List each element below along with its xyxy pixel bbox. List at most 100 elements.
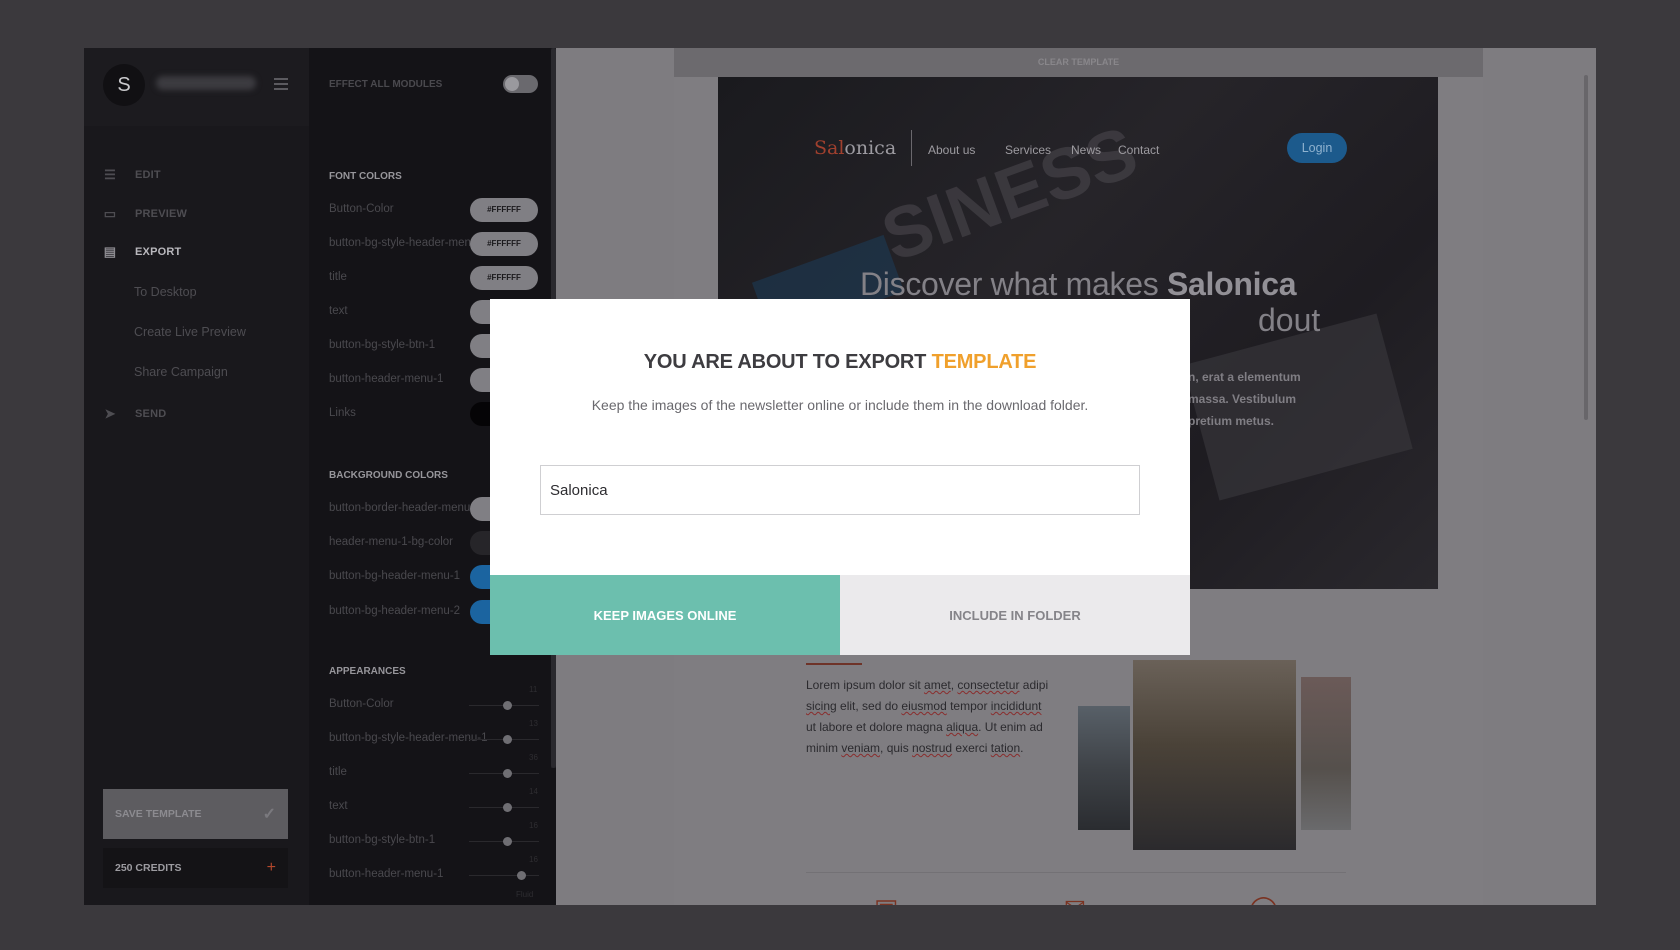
bg-color-label: button-border-header-menu-1 bbox=[329, 502, 481, 514]
font-color-swatch[interactable]: #FFFFFF bbox=[470, 266, 538, 290]
slider-knob[interactable] bbox=[503, 803, 512, 812]
sidebar-item-label: SEND bbox=[135, 408, 167, 420]
include-in-folder-button[interactable]: INCLUDE IN FOLDER bbox=[840, 575, 1190, 655]
appearance-label: button-header-menu-1 bbox=[329, 868, 444, 880]
template-name-input[interactable] bbox=[540, 465, 1140, 515]
slider-knob[interactable] bbox=[517, 871, 526, 880]
appearance-slider[interactable] bbox=[469, 871, 539, 880]
appearance-label: Button-Color bbox=[329, 698, 394, 710]
credits-label: 250 CREDITS bbox=[115, 862, 182, 874]
slider-value: 11 bbox=[529, 685, 538, 694]
sidebar-item-label: EDIT bbox=[135, 169, 161, 181]
devices-icon: ▭ bbox=[103, 206, 117, 221]
city-photo[interactable] bbox=[1301, 677, 1351, 830]
headline-text: Discover what makes bbox=[860, 266, 1167, 302]
modal-title-text: YOU ARE ABOUT TO EXPORT bbox=[643, 351, 932, 373]
brand-logo[interactable]: Salonica bbox=[814, 137, 896, 159]
add-credits-icon[interactable]: + bbox=[267, 859, 276, 877]
effect-all-modules-toggle[interactable] bbox=[503, 75, 538, 93]
appearance-label: button-bg-style-btn-1 bbox=[329, 834, 436, 846]
paper-plane-icon: ➤ bbox=[104, 406, 116, 421]
hero-image-text: SINESS bbox=[871, 111, 1148, 278]
modal-title: YOU ARE ABOUT TO EXPORT TEMPLATE bbox=[490, 351, 1190, 374]
sidebar-item-export[interactable]: ▤ EXPORT bbox=[102, 242, 181, 262]
font-color-label: button-bg-style-header-menu-1 bbox=[329, 237, 488, 249]
font-colors-heading: FONT COLORS bbox=[329, 171, 402, 182]
sidebar: S ☰ EDIT ▭ PREVIEW ▤ EXPORT To Desktop C… bbox=[84, 48, 309, 905]
hero-headline: Discover what makes Salonica bbox=[860, 266, 1297, 303]
clear-template-button[interactable]: CLEAR TEMPLATE bbox=[674, 48, 1483, 77]
save-template-label: SAVE TEMPLATE bbox=[115, 808, 202, 820]
appearance-label: button-bg-style-header-menu-1 bbox=[329, 732, 488, 744]
nav-link-services[interactable]: Services bbox=[1005, 143, 1051, 157]
logo-rest: onica bbox=[844, 137, 897, 159]
nav-link-contact[interactable]: Contact bbox=[1118, 143, 1159, 157]
appearances-heading: APPEARANCES bbox=[329, 666, 406, 677]
login-button[interactable]: Login bbox=[1287, 133, 1347, 163]
username-blurred bbox=[156, 76, 256, 90]
folder-export-icon: ▤ bbox=[103, 244, 117, 259]
appearance-slider[interactable] bbox=[469, 837, 539, 846]
credits-bar: 250 CREDITS + bbox=[103, 848, 288, 888]
sidebar-item-label: EXPORT bbox=[135, 246, 182, 258]
user-header: S bbox=[84, 48, 309, 126]
appearance-label: text bbox=[329, 800, 348, 812]
hero-image-shape bbox=[1183, 313, 1413, 501]
accent-line bbox=[806, 663, 862, 665]
slider-knob[interactable] bbox=[503, 837, 512, 846]
bg-color-label: button-bg-header-menu-1 bbox=[329, 570, 461, 582]
envelope-icon: ✉ bbox=[1064, 893, 1086, 905]
hero-text-line: pretium metus. bbox=[1188, 414, 1275, 428]
logo-divider bbox=[911, 130, 912, 166]
export-to-desktop[interactable]: To Desktop bbox=[134, 285, 197, 299]
body-text[interactable]: Lorem ipsum dolor sit amet, consectetur … bbox=[806, 675, 1051, 759]
slider-knob[interactable] bbox=[503, 769, 512, 778]
slider-value: 16 bbox=[529, 855, 538, 864]
font-color-label: Links bbox=[329, 407, 356, 419]
keep-images-online-button[interactable]: KEEP IMAGES ONLINE bbox=[490, 575, 840, 655]
appearance-slider[interactable] bbox=[469, 701, 539, 710]
sliders-icon: ☰ bbox=[104, 167, 116, 182]
hamburger-menu-icon[interactable] bbox=[274, 78, 288, 90]
font-color-label: text bbox=[329, 305, 348, 317]
effect-all-modules-label: EFFECT ALL MODULES bbox=[329, 79, 443, 90]
nav-link-news[interactable]: News bbox=[1071, 143, 1101, 157]
appearance-slider[interactable] bbox=[469, 735, 539, 744]
font-color-swatch[interactable]: #FFFFFF bbox=[470, 198, 538, 222]
background-colors-heading: BACKGROUND COLORS bbox=[329, 470, 448, 481]
devices-icon: ▣ bbox=[874, 893, 899, 905]
hero-headline-line2: dout bbox=[1258, 302, 1321, 338]
canvas-scrollbar[interactable] bbox=[1584, 75, 1588, 420]
export-share-campaign[interactable]: Share Campaign bbox=[134, 365, 228, 379]
pencil-circle-icon: ◯ bbox=[1249, 893, 1278, 905]
slider-value: 14 bbox=[529, 787, 538, 796]
font-color-label: button-header-menu-1 bbox=[329, 373, 444, 385]
nav-link-about[interactable]: About us bbox=[928, 143, 975, 157]
appearance-label: title bbox=[329, 766, 347, 778]
save-template-button[interactable]: SAVE TEMPLATE ✓ bbox=[103, 789, 288, 839]
export-create-live-preview[interactable]: Create Live Preview bbox=[134, 325, 246, 339]
city-photo[interactable] bbox=[1133, 660, 1296, 850]
hero-text-line: n, erat a elementum bbox=[1188, 370, 1301, 384]
city-photo[interactable] bbox=[1078, 706, 1130, 830]
hero-text-line: massa. Vestibulum bbox=[1188, 392, 1297, 406]
slider-value-fluid: Fluid bbox=[516, 890, 534, 899]
export-modal: YOU ARE ABOUT TO EXPORT TEMPLATE Keep th… bbox=[490, 299, 1190, 655]
avatar[interactable]: S bbox=[103, 64, 145, 106]
slider-knob[interactable] bbox=[503, 735, 512, 744]
appearance-slider[interactable] bbox=[469, 769, 539, 778]
modal-title-highlight: TEMPLATE bbox=[931, 351, 1037, 373]
sidebar-item-preview[interactable]: ▭ PREVIEW bbox=[102, 204, 187, 224]
modal-description: Keep the images of the newsletter online… bbox=[591, 397, 1089, 413]
section-divider bbox=[806, 872, 1346, 873]
sidebar-item-send[interactable]: ➤ SEND bbox=[102, 404, 166, 424]
font-color-label: button-bg-style-btn-1 bbox=[329, 339, 436, 351]
slider-knob[interactable] bbox=[503, 701, 512, 710]
bg-color-label: header-menu-1-bg-color bbox=[329, 536, 454, 548]
slider-value: 16 bbox=[529, 821, 538, 830]
appearance-slider[interactable] bbox=[469, 803, 539, 812]
font-color-swatch[interactable]: #FFFFFF bbox=[470, 232, 538, 256]
font-color-label: Button-Color bbox=[329, 203, 394, 215]
logo-accent: Sal bbox=[814, 137, 845, 159]
sidebar-item-edit[interactable]: ☰ EDIT bbox=[102, 165, 161, 185]
